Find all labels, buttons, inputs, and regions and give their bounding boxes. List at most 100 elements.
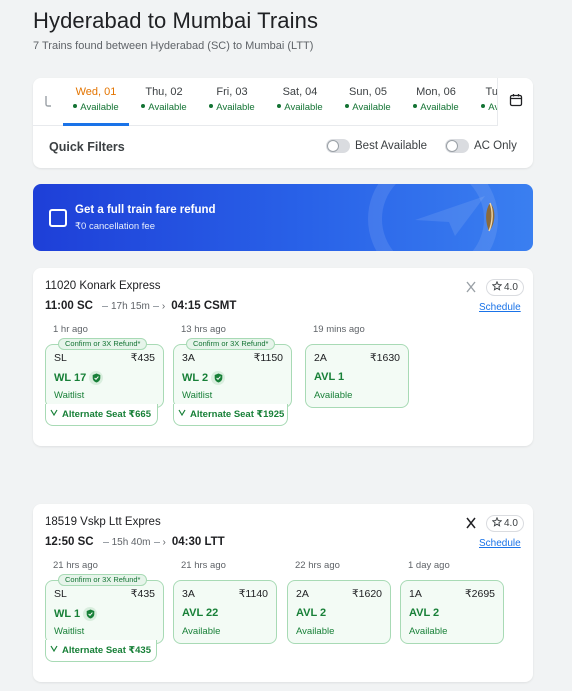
refund-ribbon: Confirm or 3X Refund* xyxy=(58,338,148,350)
calendar-button[interactable] xyxy=(497,78,533,126)
verified-shield-icon xyxy=(211,371,226,385)
ac-only-toggle[interactable] xyxy=(445,139,469,153)
train-timing: 11:00 SC 17h 15m › 04:15 CSMT xyxy=(45,300,237,312)
availability-status: AVL 1 xyxy=(314,371,345,383)
ac-only-label: AC Only xyxy=(474,140,517,152)
star-icon xyxy=(491,516,503,530)
date-tab-label: Sun, 05 xyxy=(349,86,387,98)
date-tab-label: Tue, 07 xyxy=(485,86,497,98)
alternate-seat-icon xyxy=(178,409,186,420)
updated-time: 1 day ago xyxy=(408,560,450,571)
date-tab[interactable]: Thu, 02 Available xyxy=(131,78,197,126)
star-icon xyxy=(491,280,503,294)
class-fare: ₹1620 xyxy=(351,588,382,600)
class-fare: ₹2695 xyxy=(464,588,495,600)
train-card[interactable]: 18519 Vskp Ltt Expres 12:50 SC 15h 40m › … xyxy=(33,504,533,682)
status-dot-icon xyxy=(345,104,350,109)
journey-duration: 15h 40m xyxy=(111,536,151,548)
availability-label: Available xyxy=(182,626,221,637)
best-available-filter[interactable]: Best Available xyxy=(326,139,427,153)
alternate-seat-button[interactable]: Alternate Seat ₹435 xyxy=(45,640,157,662)
status-dot-icon xyxy=(73,104,78,109)
schedule-link[interactable]: Schedule xyxy=(479,302,521,313)
availability-status: WL 17 xyxy=(54,372,87,384)
alternate-seat-button[interactable]: Alternate Seat ₹665 xyxy=(45,404,158,426)
status-dot-icon xyxy=(413,104,418,109)
availability-status: WL 1 xyxy=(54,608,81,620)
banner-title: Get a full train fare refund xyxy=(75,204,216,216)
date-tab-status: Available xyxy=(488,102,497,113)
ac-only-filter[interactable]: AC Only xyxy=(445,139,517,153)
arrival-time: 04:30 LTT xyxy=(171,536,225,548)
train-name: 18519 Vskp Ltt Expres xyxy=(45,516,161,528)
updated-time: 13 hrs ago xyxy=(181,324,226,335)
refund-ribbon: Confirm or 3X Refund* xyxy=(58,574,148,586)
train-card[interactable]: 11020 Konark Express 11:00 SC 17h 15m › 0… xyxy=(33,268,533,446)
status-dot-icon xyxy=(209,104,214,109)
status-dot-icon xyxy=(141,104,146,109)
quick-filters: Quick Filters Best Available AC Only xyxy=(33,126,533,168)
class-name: 1A xyxy=(409,588,422,600)
date-tab-status: Available xyxy=(80,102,119,113)
alternate-seat-label: Alternate Seat ₹1925 xyxy=(190,409,285,420)
quick-filters-label: Quick Filters xyxy=(49,140,125,154)
date-tabs: Wed, 01 Available Thu, 02 Available Fri,… xyxy=(63,78,497,126)
date-tab[interactable]: Fri, 03 Available xyxy=(199,78,265,126)
refund-banner[interactable]: Get a full train fare refund ₹0 cancella… xyxy=(33,184,533,251)
updated-time: 1 hr ago xyxy=(53,324,88,335)
best-available-toggle[interactable] xyxy=(326,139,350,153)
updated-time: 22 hrs ago xyxy=(295,560,340,571)
class-name: 3A xyxy=(182,588,195,600)
refund-shield-icon xyxy=(481,202,497,237)
journey-duration: 17h 15m xyxy=(110,300,150,312)
rating-badge[interactable]: 4.0 xyxy=(486,279,524,296)
date-tab-status: Available xyxy=(284,102,323,113)
class-fare: ₹435 xyxy=(130,588,155,600)
arrival-time: 04:15 CSMT xyxy=(171,300,237,312)
class-name: SL xyxy=(54,352,67,364)
pantry-icon xyxy=(465,516,477,534)
date-selector: Wed, 01 Available Thu, 02 Available Fri,… xyxy=(33,78,533,126)
pantry-icon xyxy=(465,280,477,298)
page-header: Hyderabad to Mumbai Trains 7 Trains foun… xyxy=(33,8,318,52)
availability-status: WL 2 xyxy=(182,372,209,384)
class-name: 3A xyxy=(182,352,195,364)
refund-checkbox[interactable] xyxy=(49,209,67,227)
rating-value: 4.0 xyxy=(504,518,518,529)
date-tab[interactable]: Wed, 01 Available xyxy=(63,78,129,126)
class-name: 2A xyxy=(296,588,309,600)
status-dot-icon xyxy=(277,104,282,109)
results-count: 7 Trains found between Hyderabad (SC) to… xyxy=(33,40,314,52)
verified-shield-icon xyxy=(89,371,104,385)
date-tab[interactable]: Mon, 06 Available xyxy=(403,78,469,126)
train-timing: 12:50 SC 15h 40m › 04:30 LTT xyxy=(45,536,225,548)
date-tab-status: Available xyxy=(216,102,255,113)
alternate-seat-label: Alternate Seat ₹435 xyxy=(62,645,151,656)
availability-label: Available xyxy=(409,626,448,637)
date-tab[interactable]: Sun, 05 Available xyxy=(335,78,401,126)
alternate-seat-button[interactable]: Alternate Seat ₹1925 xyxy=(173,404,288,426)
date-tab[interactable]: Tue, 07 Available xyxy=(471,78,497,126)
alternate-seat-icon xyxy=(50,645,58,656)
date-tab-status: Available xyxy=(352,102,391,113)
schedule-link[interactable]: Schedule xyxy=(479,538,521,549)
date-tab-label: Thu, 02 xyxy=(145,86,183,98)
scroll-left-icon[interactable] xyxy=(41,90,55,112)
class-name: 2A xyxy=(314,352,327,364)
rating-badge[interactable]: 4.0 xyxy=(486,515,524,532)
verified-shield-icon xyxy=(83,607,98,621)
date-tab-status: Available xyxy=(420,102,459,113)
availability-label: Waitlist xyxy=(182,390,213,401)
banner-subtitle: ₹0 cancellation fee xyxy=(75,221,155,232)
class-fare: ₹1150 xyxy=(253,352,283,364)
date-filter-card: Wed, 01 Available Thu, 02 Available Fri,… xyxy=(33,78,533,168)
class-fare: ₹1140 xyxy=(238,588,268,600)
rating-value: 4.0 xyxy=(504,282,518,293)
availability-label: Available xyxy=(296,626,335,637)
train-name: 11020 Konark Express xyxy=(45,280,161,292)
calendar-icon xyxy=(509,93,523,112)
date-tab[interactable]: Sat, 04 Available xyxy=(267,78,333,126)
refund-ribbon: Confirm or 3X Refund* xyxy=(186,338,276,350)
availability-label: Available xyxy=(314,390,353,401)
departure-time: 11:00 SC xyxy=(45,300,93,312)
